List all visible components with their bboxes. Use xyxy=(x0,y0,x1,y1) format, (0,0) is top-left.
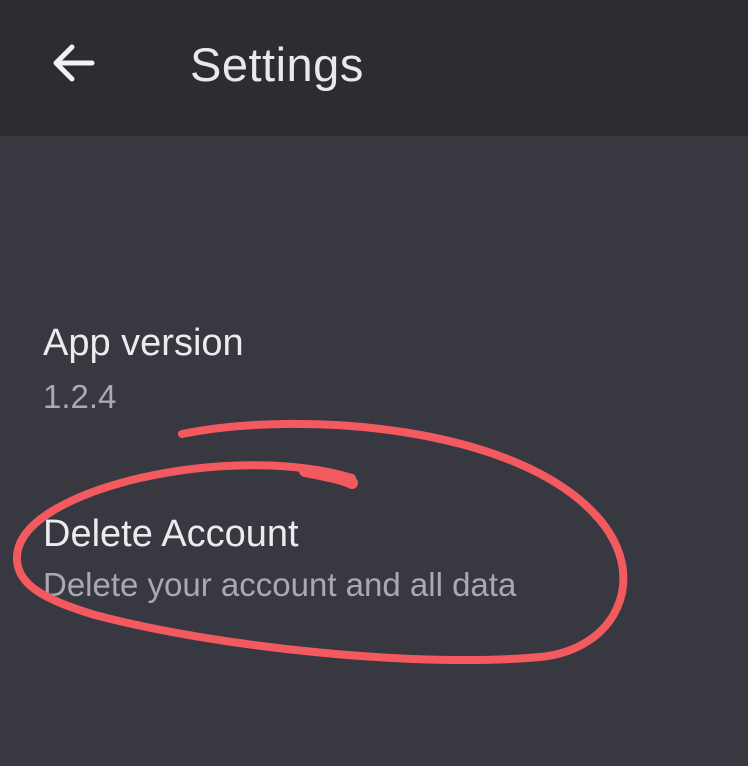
back-button[interactable] xyxy=(48,38,100,88)
settings-list: App version 1.2.4 Delete Account Delete … xyxy=(0,136,748,766)
delete-account-item[interactable]: Delete Account Delete your account and a… xyxy=(0,501,748,626)
delete-account-title: Delete Account xyxy=(43,513,299,555)
app-version-title: App version xyxy=(43,322,244,364)
app-version-item[interactable]: App version 1.2.4 xyxy=(0,306,748,426)
arrow-left-icon xyxy=(53,44,95,82)
delete-account-summary: Delete your account and all data xyxy=(43,566,517,603)
page-title: Settings xyxy=(190,38,364,91)
app-version-value: 1.2.4 xyxy=(43,378,117,415)
app-bar: Settings xyxy=(0,0,748,136)
